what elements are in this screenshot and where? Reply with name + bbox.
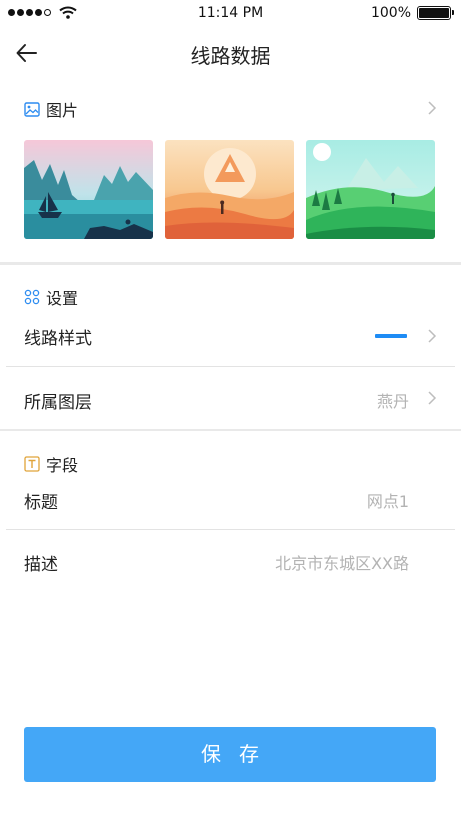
command-icon (24, 289, 40, 305)
page-title: 线路数据 (190, 44, 271, 68)
fields-header: 字段 (24, 452, 78, 476)
chevron-right-icon (428, 391, 437, 405)
picture-gallery (24, 140, 436, 240)
chevron-right-icon[interactable] (427, 99, 437, 117)
layer-value: 燕丹 (376, 392, 409, 411)
title-field-row[interactable]: 标题 网点1 (0, 476, 461, 536)
row-divider (6, 529, 455, 530)
battery-percent: 100% (370, 5, 411, 21)
layer-label: 所属图层 (24, 393, 92, 413)
image-icon (24, 101, 40, 117)
settings-header: 设置 (24, 285, 78, 309)
picture-thumbnail-lake[interactable] (24, 140, 153, 239)
fields-heading: 字段 (46, 456, 79, 475)
picture-thumbnail-hills[interactable] (306, 140, 435, 239)
row-divider (6, 366, 455, 367)
nav-bar: 线路数据 (0, 28, 461, 78)
line-style-label: 线路样式 (24, 329, 92, 349)
section-divider (0, 262, 461, 265)
chevron-right-icon (428, 329, 437, 343)
pictures-header[interactable]: 图片 (24, 97, 78, 121)
title-value[interactable]: 网点1 (367, 488, 409, 512)
picture-thumbnail-desert[interactable] (165, 140, 294, 239)
layer-row[interactable]: 所属图层 燕丹 (0, 368, 461, 428)
title-label: 标题 (24, 493, 58, 513)
status-bar: 11:14 PM 100% (0, 0, 461, 28)
battery-icon (417, 6, 454, 20)
text-field-icon (24, 456, 40, 472)
description-field-row[interactable]: 描述 北京市东城区XX路 (0, 538, 461, 598)
settings-heading: 设置 (46, 289, 79, 308)
description-value[interactable]: 北京市东城区XX路 (275, 550, 409, 574)
line-style-swatch (375, 334, 407, 338)
save-button[interactable]: 保存 (24, 727, 436, 782)
line-style-row[interactable]: 线路样式 (0, 308, 461, 368)
pictures-heading: 图片 (46, 101, 79, 120)
description-label: 描述 (24, 555, 58, 575)
section-divider (0, 429, 461, 431)
